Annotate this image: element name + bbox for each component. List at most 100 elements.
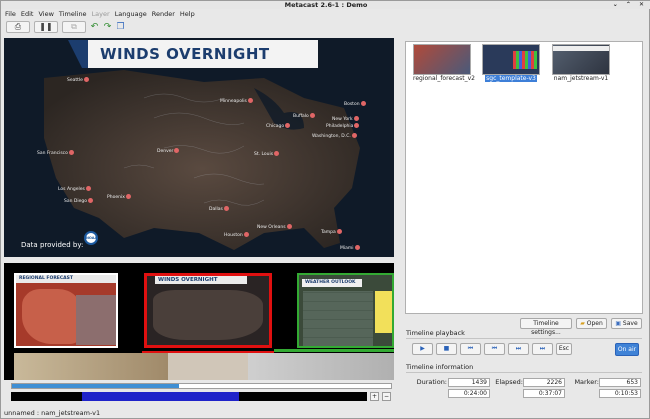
menu-file[interactable]: File <box>5 10 16 19</box>
layers-button[interactable]: ⧉ <box>62 20 86 33</box>
city-label: Tampa <box>321 229 342 235</box>
menu-edit[interactable]: Edit <box>21 10 34 19</box>
city-label: New York <box>332 116 359 122</box>
clip-title: WEATHER OUTLOOK <box>302 279 362 287</box>
printer-icon: ⎙ <box>14 21 22 31</box>
city-label: Phoenix <box>107 194 131 200</box>
next-button[interactable]: ⏭ <box>508 343 529 355</box>
clip-title: REGIONAL FORECAST <box>16 275 116 283</box>
title-bar: Metacast 2.6-1 : Demo ⌄ ⌃ ✕ <box>1 1 650 9</box>
data-credit: Data provided by: <box>21 241 84 249</box>
timeline-track[interactable]: REGIONAL FORECAST WINDS OVERNIGHT WEATHE… <box>4 263 394 380</box>
template-thumbnail <box>552 44 610 75</box>
open-button[interactable]: ▰ Open <box>576 318 607 329</box>
city-label: Boston <box>344 101 366 107</box>
toolbar: ⎙ ❚❚ ⧉ ↶ ↷ ❐ <box>3 19 649 34</box>
template-thumbnail <box>482 44 540 75</box>
city-label: San Diego <box>64 198 93 204</box>
previous-icon: ⏮ <box>491 345 498 352</box>
city-label: San Francisco <box>37 150 74 156</box>
status-bar: unnamed : nam_jetstream-v1 <box>4 409 101 417</box>
template-name: regional_forecast_v2 <box>413 75 475 82</box>
us-map-image <box>4 38 394 257</box>
city-label: Seattle <box>67 77 89 83</box>
menu-layer[interactable]: Layer <box>92 10 110 19</box>
stop-icon: ■ <box>443 345 450 352</box>
playback-heading: Timeline playback <box>406 329 465 337</box>
layers-icon: ⧉ <box>71 21 77 31</box>
skip-end-button[interactable]: ⏭ <box>532 343 553 355</box>
template-item-selected[interactable]: sgc_template-v3 <box>482 44 540 82</box>
play-icon: ▶ <box>420 345 425 352</box>
skip-end-icon: ⏭ <box>539 345 546 352</box>
city-label: Chicago <box>266 123 291 129</box>
template-name: sgc_template-v3 <box>485 75 537 82</box>
city-label: New Orleans <box>257 224 292 230</box>
template-name: nam_jetstream-v1 <box>553 75 609 82</box>
city-label: Philadelphia <box>326 123 360 129</box>
duration-label: Duration: <box>416 378 447 386</box>
template-item[interactable]: nam_jetstream-v1 <box>552 44 610 82</box>
menu-render[interactable]: Render <box>152 10 175 19</box>
next-icon: ⏭ <box>515 345 522 352</box>
city-label: Los Angeles <box>58 186 91 192</box>
duration-time: 0:24:00 <box>448 389 490 398</box>
menu-language[interactable]: Language <box>115 10 147 19</box>
template-thumbnail <box>413 44 471 75</box>
redo-icon[interactable]: ↷ <box>103 22 112 32</box>
city-label: Houston <box>224 232 249 238</box>
preview-canvas: WINDS OVERNIGHT Seattle Minneapolis Bost… <box>4 38 394 257</box>
floppy-icon: ▣ <box>615 320 621 327</box>
skip-start-button[interactable]: ⏮ <box>460 343 481 355</box>
application-window: Metacast 2.6-1 : Demo ⌄ ⌃ ✕ File Edit Vi… <box>0 0 650 419</box>
city-label: Minneapolis <box>220 98 253 104</box>
pause-icon: ❚❚ <box>39 22 53 31</box>
city-label: Buffalo <box>293 113 315 119</box>
window-controls[interactable]: ⌄ ⌃ ✕ <box>613 1 647 9</box>
timeline-progress[interactable] <box>11 383 392 389</box>
escape-button[interactable]: Esc <box>556 343 572 355</box>
template-item[interactable]: regional_forecast_v2 <box>413 44 475 82</box>
info-heading: Timeline information <box>406 363 474 371</box>
marker-label: Marker: <box>574 378 599 386</box>
zoom-in-button[interactable]: + <box>370 392 379 401</box>
marker-frames: 653 <box>599 378 641 387</box>
city-label: Washington, D.C. <box>312 133 357 139</box>
menu-timeline[interactable]: Timeline <box>59 10 87 19</box>
pause-button[interactable]: ❚❚ <box>34 20 58 33</box>
city-label: Dallas <box>209 206 229 212</box>
folder-icon: ▰ <box>580 320 585 327</box>
marker-time: 0:10:53 <box>599 389 641 398</box>
clip-title: WINDS OVERNIGHT <box>155 276 247 284</box>
previous-button[interactable]: ⏮ <box>484 343 505 355</box>
on-air-button[interactable]: On air <box>615 343 639 356</box>
city-label: St. Louis <box>254 151 280 157</box>
print-button[interactable]: ⎙ <box>6 20 30 33</box>
timeline-clip[interactable]: REGIONAL FORECAST <box>14 273 118 348</box>
window-title: Metacast 2.6-1 : Demo <box>284 1 368 9</box>
zoom-out-button[interactable]: − <box>382 392 391 401</box>
template-list[interactable]: regional_forecast_v2 sgc_template-v3 nam… <box>405 41 643 314</box>
timeline-settings-button[interactable]: Timeline settings... <box>520 318 572 336</box>
timeline-clip-selected[interactable]: WINDS OVERNIGHT <box>144 273 272 348</box>
menu-view[interactable]: View <box>38 10 53 19</box>
play-button[interactable]: ▶ <box>412 343 433 355</box>
elapsed-label: Elapsed: <box>495 378 523 386</box>
zoom-in-icon: + <box>371 393 378 400</box>
zoom-out-icon: − <box>383 393 390 400</box>
skip-start-icon: ⏮ <box>467 345 474 352</box>
title-card: WINDS OVERNIGHT <box>68 40 318 68</box>
noaa-logo: NOAA <box>84 231 98 245</box>
save-button[interactable]: ▣ Save <box>611 318 642 329</box>
city-label: Denver <box>157 148 180 154</box>
timeline-clip[interactable]: WEATHER OUTLOOK <box>297 273 394 348</box>
elapsed-time: 0:37:07 <box>523 389 565 398</box>
undo-icon[interactable]: ↶ <box>90 22 99 32</box>
timeline-scrollbar[interactable] <box>11 392 367 401</box>
city-label: Miami <box>340 245 360 251</box>
stop-button[interactable]: ■ <box>436 343 457 355</box>
menu-bar: File Edit View Timeline Layer Language R… <box>1 10 650 19</box>
menu-help[interactable]: Help <box>180 10 195 19</box>
preview-title: WINDS OVERNIGHT <box>100 45 270 63</box>
copy-icon[interactable]: ❐ <box>116 22 125 32</box>
